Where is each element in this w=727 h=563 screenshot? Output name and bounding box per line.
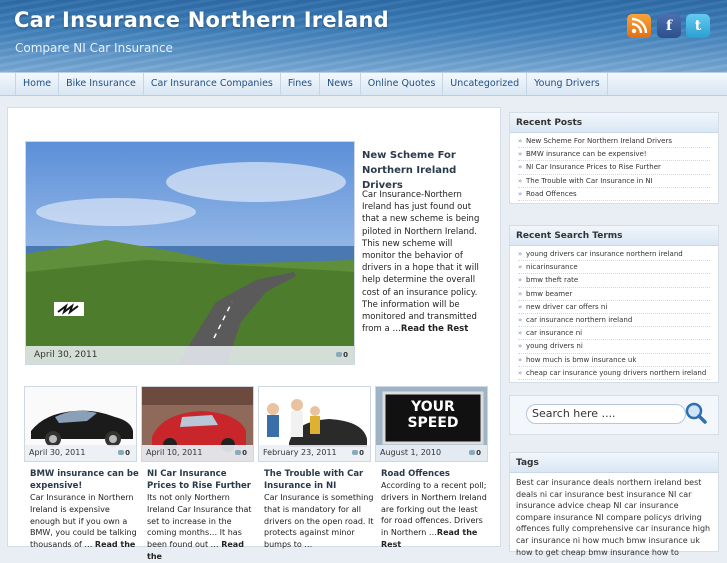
recent-post-link[interactable]: NI Car Insurance Prices to Rise Further [518, 161, 710, 175]
post-title[interactable]: The Trouble with Car Insurance in NI [264, 468, 374, 492]
post-title[interactable]: Road Offences [381, 468, 491, 480]
post-excerpt: Its not only Northern Ireland Car Insura… [147, 493, 252, 561]
nav-bike-insurance[interactable]: Bike Insurance [59, 73, 144, 95]
widget-title: Recent Posts [510, 113, 718, 133]
post-comments[interactable]: 0 [118, 449, 130, 457]
recent-post-link[interactable]: The Trouble with Car Insurance in NI [518, 175, 710, 188]
recent-post-link[interactable]: BMW insurance can be expensive! [518, 148, 710, 162]
nav-car-insurance-companies[interactable]: Car Insurance Companies [144, 73, 281, 95]
search-term-link[interactable]: car insurance ni [518, 327, 710, 341]
rss-icon[interactable] [627, 14, 651, 38]
search-term-link[interactable]: young drivers car insurance northern ire… [518, 248, 710, 262]
search-term-link[interactable]: new driver car offers ni [518, 301, 710, 315]
post-excerpt: According to a recent poll; drivers in N… [381, 481, 487, 549]
featured-image[interactable]: April 30, 2011 0 [25, 141, 355, 365]
featured-date: April 30, 2011 [26, 346, 354, 364]
post-comments[interactable]: 0 [469, 449, 481, 457]
site-tagline: Compare NI Car Insurance [15, 41, 173, 55]
widget-title: Recent Search Terms [510, 226, 718, 246]
main-nav: Home Bike Insurance Car Insurance Compan… [0, 72, 727, 96]
search-term-link[interactable]: bmw beamer [518, 288, 710, 301]
post-excerpt: Car Insurance in Northern Ireland is exp… [30, 493, 137, 550]
post-comments[interactable]: 0 [235, 449, 247, 457]
recent-posts-widget: Recent Posts New Scheme For Northern Ire… [509, 112, 719, 204]
twitter-icon[interactable]: t [686, 14, 710, 38]
nav-home[interactable]: Home [15, 73, 60, 95]
post-title[interactable]: NI Car Insurance Prices to Rise Further [147, 468, 257, 492]
search-term-link[interactable]: cheap car insurance young drivers northe… [518, 367, 710, 381]
post-thumb-bmw[interactable]: April 30, 2011 0 [24, 386, 137, 462]
featured-excerpt: Car Insurance-Northern Ireland has just … [362, 190, 480, 335]
post-title[interactable]: BMW insurance can be expensive! [30, 468, 140, 492]
search-widget: Search here .... [509, 395, 719, 435]
post-thumb-family[interactable]: February 23, 2011 0 [258, 386, 371, 462]
featured-read-more[interactable]: Read the Rest [401, 324, 468, 334]
search-term-link[interactable]: how much is bmw insurance uk [518, 354, 710, 367]
tags-widget: Tags Best car insurance deals northern i… [509, 452, 719, 557]
search-term-link[interactable]: nicarinsurance [518, 261, 710, 275]
search-term-link[interactable]: car insurance northern ireland [518, 314, 710, 328]
recent-post-link[interactable]: New Scheme For Northern Ireland Drivers [518, 135, 710, 149]
featured-comments[interactable]: 0 [336, 351, 348, 359]
nav-news[interactable]: News [320, 73, 361, 95]
search-input[interactable]: Search here .... [526, 404, 686, 424]
magnifier-icon[interactable] [684, 401, 708, 425]
nav-young-drivers[interactable]: Young Drivers [527, 73, 608, 95]
speed-sign-text: YOUR SPEED [407, 399, 459, 431]
search-terms-widget: Recent Search Terms young drivers car in… [509, 225, 719, 383]
post-thumb-speed-sign[interactable]: YOUR SPEED August 1, 2010 0 [375, 386, 488, 462]
nav-uncategorized[interactable]: Uncategorized [443, 73, 528, 95]
nav-fines[interactable]: Fines [281, 73, 321, 95]
nav-online-quotes[interactable]: Online Quotes [361, 73, 444, 95]
site-title[interactable]: Car Insurance Northern Ireland [14, 8, 389, 32]
widget-title: Tags [510, 453, 718, 473]
tag-cloud[interactable]: Best car insurance deals northern irelan… [510, 473, 718, 562]
site-header: Car Insurance Northern Ireland Compare N… [0, 0, 727, 72]
facebook-icon[interactable]: f [657, 14, 681, 38]
featured-title[interactable]: New Scheme For Northern Ireland Drivers [362, 148, 482, 193]
post-comments[interactable]: 0 [352, 449, 364, 457]
content-area: April 30, 2011 0 New Scheme For Northern… [7, 107, 501, 561]
post-excerpt: Car Insurance is something that is manda… [264, 493, 374, 550]
search-term-link[interactable]: bmw theft rate [518, 274, 710, 288]
recent-post-link[interactable]: Road Offences [518, 188, 710, 202]
search-term-link[interactable]: young drivers ni [518, 340, 710, 354]
post-thumb-crash[interactable]: April 10, 2011 0 [141, 386, 254, 462]
